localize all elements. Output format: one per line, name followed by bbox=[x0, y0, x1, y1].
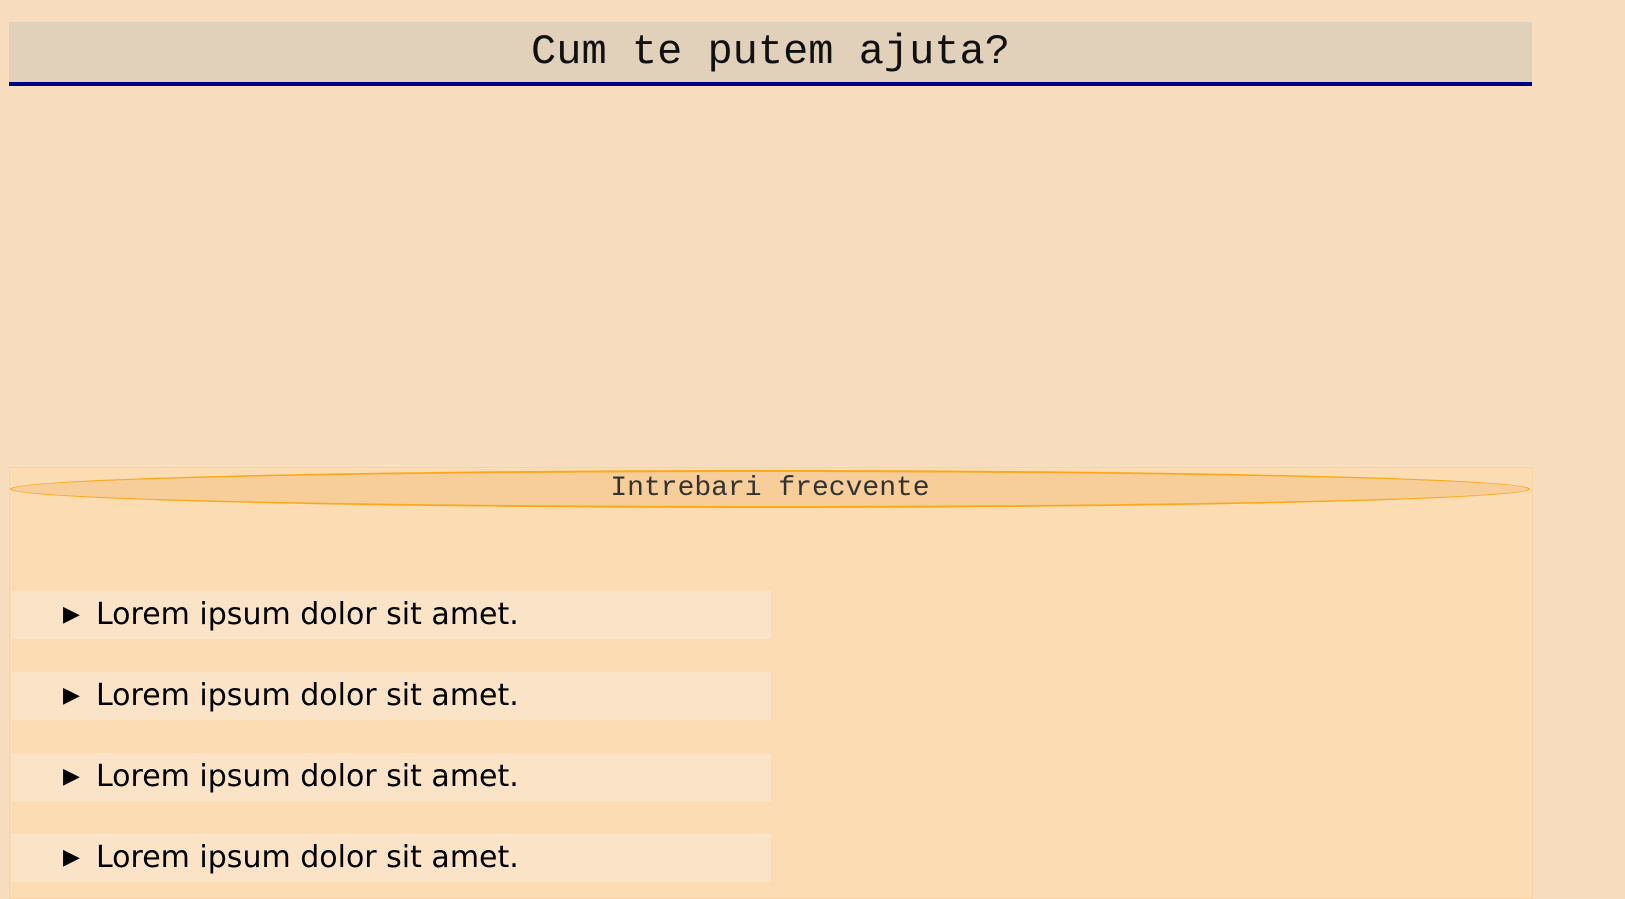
faq-item-label: Lorem ipsum dolor sit amet. bbox=[96, 678, 519, 713]
faq-item[interactable]: ▶ Lorem ipsum dolor sit amet. bbox=[11, 672, 771, 720]
faq-item-label: Lorem ipsum dolor sit amet. bbox=[96, 597, 519, 632]
faq-item[interactable]: ▶ Lorem ipsum dolor sit amet. bbox=[11, 591, 771, 639]
triangle-right-icon: ▶ bbox=[63, 845, 80, 870]
faq-section: Intrebari frecvente ▶ Lorem ipsum dolor s… bbox=[9, 467, 1533, 899]
page-title: Cum te putem ajuta? bbox=[531, 28, 1010, 76]
triangle-right-icon: ▶ bbox=[63, 602, 80, 627]
faq-item[interactable]: ▶ Lorem ipsum dolor sit amet. bbox=[11, 834, 771, 882]
page-header: Cum te putem ajuta? bbox=[9, 22, 1532, 86]
faq-title: Intrebari frecvente bbox=[10, 470, 1530, 508]
triangle-right-icon: ▶ bbox=[63, 764, 80, 789]
faq-item-label: Lorem ipsum dolor sit amet. bbox=[96, 840, 519, 875]
faq-item-label: Lorem ipsum dolor sit amet. bbox=[96, 759, 519, 794]
faq-item[interactable]: ▶ Lorem ipsum dolor sit amet. bbox=[11, 753, 771, 801]
triangle-right-icon: ▶ bbox=[63, 683, 80, 708]
